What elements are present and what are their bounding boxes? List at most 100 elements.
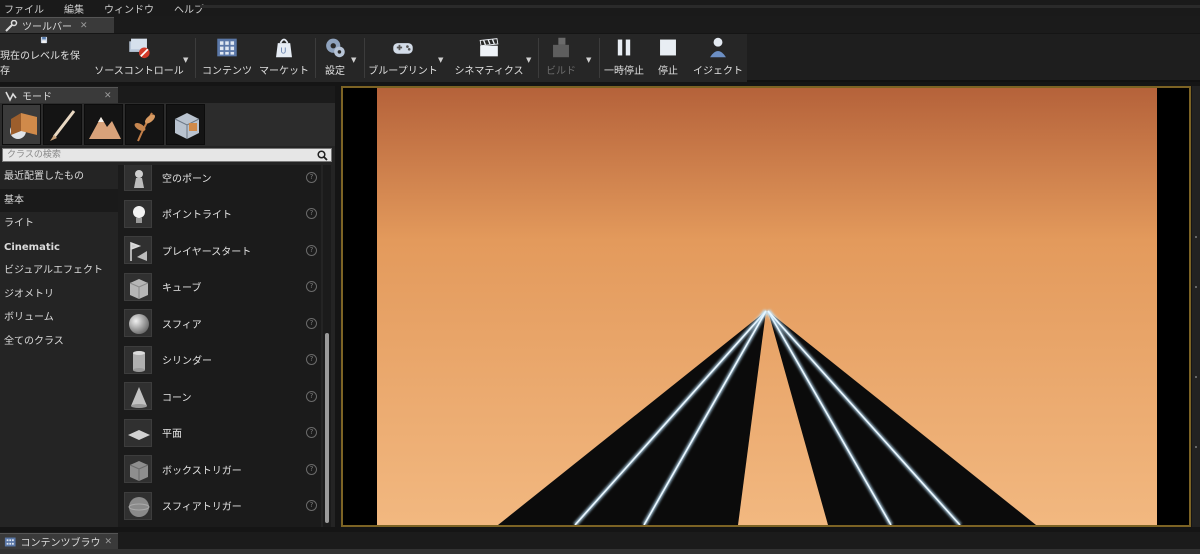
search-icon[interactable]: [317, 150, 328, 161]
content-label: コンテンツ: [202, 66, 252, 77]
list-item[interactable]: 平面 ?: [118, 415, 321, 452]
settings-button[interactable]: 設定: [318, 36, 352, 80]
list-item[interactable]: コーン ?: [118, 378, 321, 415]
item-label: 平面: [162, 429, 182, 441]
help-icon[interactable]: ?: [306, 427, 317, 439]
settings-dropdown-icon[interactable]: ▼: [351, 56, 359, 64]
list-item[interactable]: スフィアトリガー ?: [118, 488, 321, 525]
category-basic[interactable]: 基本: [0, 188, 118, 212]
toolbar-separator: [538, 38, 539, 78]
category-list: 最近配置したもの 基本 ライト Cinematic ビジュアルエフェクト ジオメ…: [0, 165, 118, 527]
category-volumes[interactable]: ボリューム: [0, 306, 118, 330]
item-label: スフィア: [162, 319, 202, 331]
geometry-mode-icon: [174, 113, 200, 139]
item-label: コーン: [162, 392, 192, 404]
item-list-scrollbar[interactable]: [323, 165, 331, 527]
place-mode-button[interactable]: [2, 104, 41, 145]
save-icon: [40, 36, 48, 44]
list-item[interactable]: ボックストリガー ?: [118, 451, 321, 488]
menu-edit[interactable]: 編集: [64, 1, 84, 16]
category-all-classes[interactable]: 全てのクラス: [0, 330, 118, 354]
cinematics-dropdown-icon[interactable]: ▼: [526, 56, 534, 64]
build-button[interactable]: ビルド: [541, 36, 581, 80]
blueprints-dropdown-icon[interactable]: ▼: [438, 56, 446, 64]
marketplace-label: マーケット: [259, 66, 309, 77]
category-visual-effects[interactable]: ビジュアルエフェクト: [0, 259, 118, 283]
help-icon[interactable]: ?: [306, 463, 317, 475]
build-dropdown-icon[interactable]: ▼: [586, 56, 594, 64]
menu-bar-filler: [200, 5, 1200, 8]
stop-icon: [660, 39, 676, 56]
help-icon[interactable]: ?: [306, 244, 317, 256]
cube-icon: [124, 272, 152, 301]
cinematics-label: シネマティクス: [454, 66, 524, 77]
menu-file[interactable]: ファイル: [4, 1, 44, 16]
save-current-level-button[interactable]: 現在のレベルを保存: [0, 36, 88, 80]
help-icon[interactable]: ?: [306, 317, 317, 329]
help-icon[interactable]: ?: [306, 208, 317, 220]
close-icon[interactable]: ✕: [80, 21, 88, 31]
help-icon[interactable]: ?: [306, 390, 317, 402]
build-blocks-icon: [553, 37, 569, 58]
list-item[interactable]: キューブ ?: [118, 269, 321, 306]
cylinder-icon: [124, 345, 152, 374]
clapperboard-icon: [479, 38, 499, 57]
category-geometry[interactable]: ジオメトリ: [0, 283, 118, 307]
source-control-dropdown-icon[interactable]: ▼: [183, 56, 191, 64]
list-item[interactable]: プレイヤースタート ?: [118, 232, 321, 269]
letterbox-right: [1157, 88, 1189, 525]
stop-button[interactable]: 停止: [648, 36, 688, 80]
strip-marker: [1195, 286, 1197, 288]
strip-marker: [1195, 376, 1197, 378]
strip-marker: [1195, 236, 1197, 238]
landscape-mode-button[interactable]: [84, 104, 123, 145]
foliage-mode-button[interactable]: [125, 104, 164, 145]
level-viewport[interactable]: [341, 86, 1191, 527]
gamepad-icon: [393, 43, 413, 54]
paint-mode-icon: [50, 110, 76, 141]
eject-person-icon: [710, 37, 726, 58]
menu-help[interactable]: ヘルプ: [174, 1, 204, 16]
item-label: スフィアトリガー: [162, 502, 242, 514]
list-item[interactable]: シリンダー ?: [118, 342, 321, 379]
help-icon[interactable]: ?: [306, 281, 317, 293]
scrollbar-thumb[interactable]: [325, 333, 329, 523]
list-item[interactable]: 空のポーン ?: [118, 165, 321, 196]
content-browser-tab[interactable]: コンテンツブラウザ ✕: [0, 533, 118, 549]
item-label: 空のポーン: [162, 173, 212, 185]
content-button[interactable]: コンテンツ: [198, 36, 256, 80]
pause-button[interactable]: 一時停止: [602, 36, 646, 80]
menu-window[interactable]: ウィンドウ: [104, 1, 154, 16]
help-icon[interactable]: ?: [306, 354, 317, 366]
toolbar-tab[interactable]: ツールバー ✕: [0, 17, 114, 33]
box-trigger-icon: [124, 455, 152, 484]
eject-button[interactable]: イジェクト: [690, 36, 746, 80]
placeable-item-list: 空のポーン ? ポイントライト ? プレイヤースタート ? キューブ ? スフィ…: [118, 165, 321, 527]
help-icon[interactable]: ?: [306, 500, 317, 512]
marketplace-button[interactable]: U マーケット: [256, 36, 312, 80]
sphere-trigger-icon: [124, 491, 152, 520]
modes-panel: クラスの検索 最近配置したもの 基本 ライト Cinematic ビジュアルエフ…: [0, 103, 335, 527]
class-search-input[interactable]: クラスの検索: [2, 148, 332, 162]
geometry-mode-button[interactable]: [166, 104, 205, 145]
help-icon[interactable]: ?: [306, 171, 317, 183]
blueprints-button[interactable]: ブループリント: [367, 36, 439, 80]
category-cinematic[interactable]: Cinematic: [0, 236, 118, 260]
paint-mode-button[interactable]: [43, 104, 82, 145]
toolbar-separator: [315, 38, 316, 78]
close-icon[interactable]: ✕: [104, 537, 112, 547]
marketplace-bag-icon: U: [276, 38, 292, 58]
modes-tab-row: モード ✕: [0, 86, 335, 103]
cinematics-button[interactable]: シネマティクス: [451, 36, 527, 80]
player-start-icon: [124, 236, 152, 265]
close-icon[interactable]: ✕: [104, 91, 112, 101]
toolbar-tab-row: ツールバー ✕: [0, 16, 1200, 33]
list-item[interactable]: ポイントライト ?: [118, 196, 321, 233]
source-control-button[interactable]: ソースコントロール: [94, 36, 184, 80]
sky-background: [377, 88, 1157, 525]
modes-tab[interactable]: モード ✕: [0, 87, 118, 103]
category-recently-placed[interactable]: 最近配置したもの: [0, 165, 118, 189]
list-item[interactable]: スフィア ?: [118, 305, 321, 342]
source-control-label: ソースコントロール: [94, 66, 184, 77]
category-lights[interactable]: ライト: [0, 212, 118, 236]
